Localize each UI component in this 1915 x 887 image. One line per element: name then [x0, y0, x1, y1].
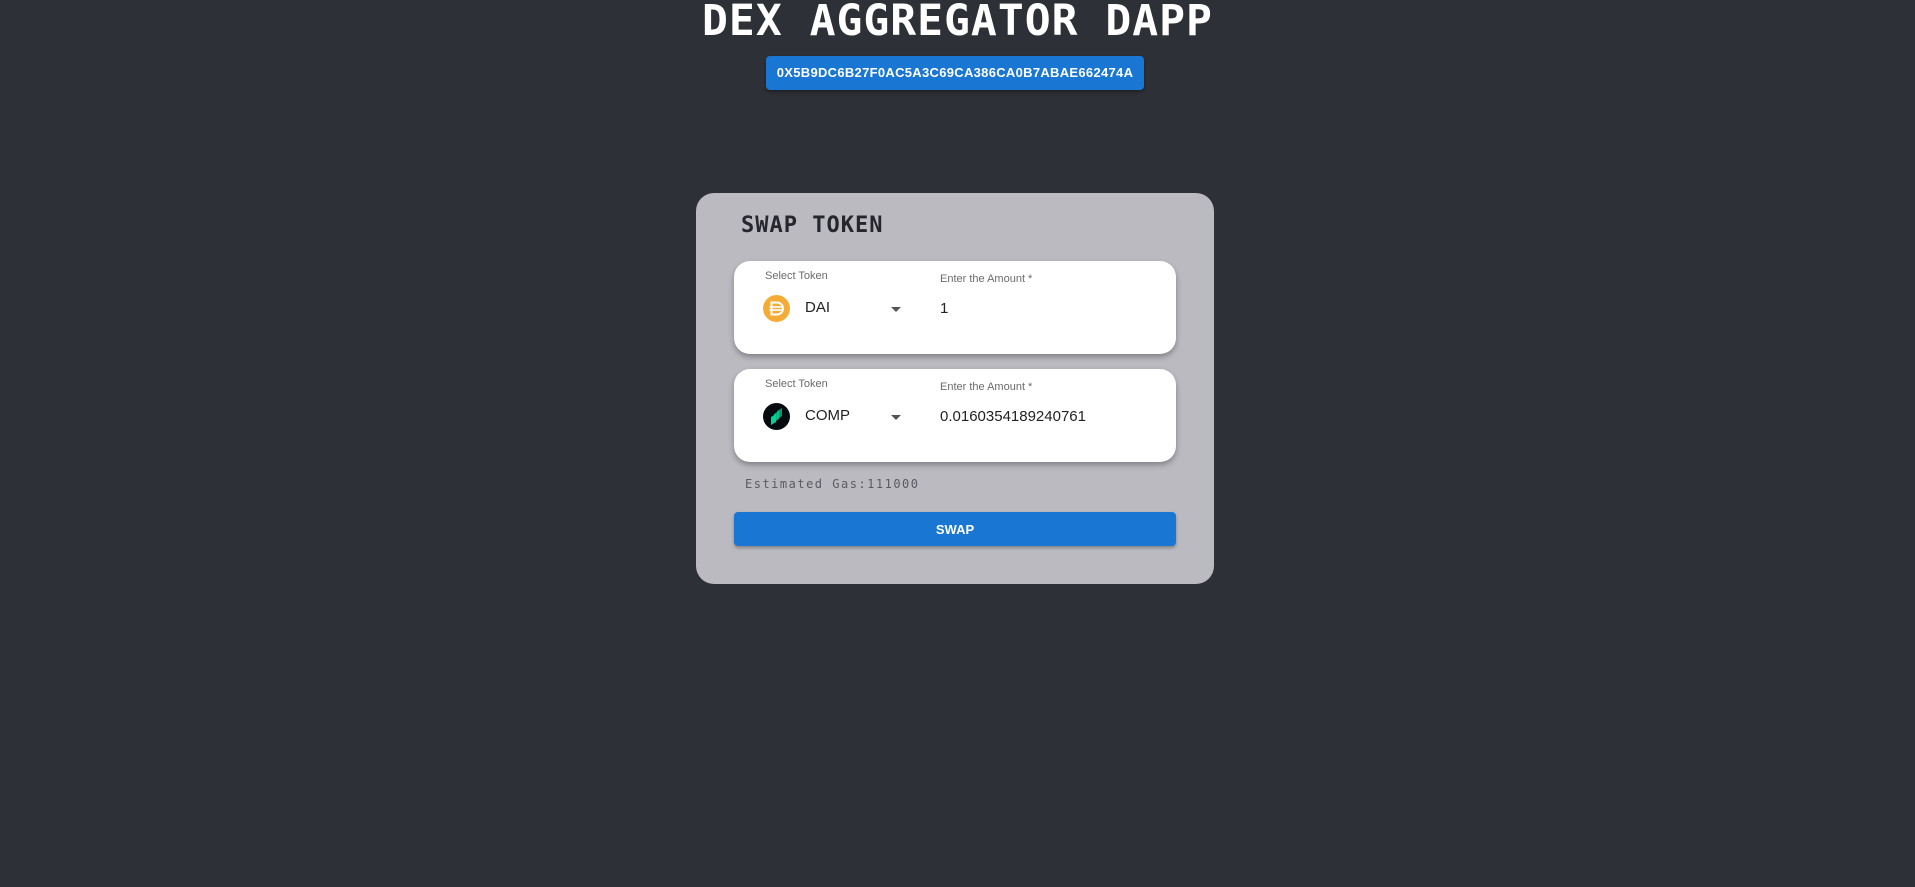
to-token-name: COMP — [805, 407, 850, 424]
from-amount-label: Enter the Amount * — [940, 273, 1033, 285]
comp-icon — [763, 403, 790, 430]
swap-button[interactable]: SWAP — [734, 512, 1176, 546]
from-token-panel: Select Token DAI Enter the Amount * — [734, 261, 1176, 354]
swap-card: SWAP TOKEN Select Token DAI Enter the Am… — [696, 193, 1214, 584]
from-token-name: DAI — [805, 299, 831, 316]
chevron-down-icon — [891, 415, 901, 420]
dai-icon — [763, 295, 790, 322]
from-token-select[interactable]: DAI — [763, 291, 907, 325]
to-select-token-label: Select Token — [765, 378, 828, 390]
to-amount-label: Enter the Amount * — [940, 381, 1033, 393]
to-token-panel: Select Token COMP Enter the Amount * — [734, 369, 1176, 462]
chevron-down-icon — [891, 307, 901, 312]
to-token-select[interactable]: COMP — [763, 399, 907, 433]
app-title: DEX AGGREGATOR DAPP — [702, 0, 1213, 46]
estimated-gas-text: Estimated Gas:111000 — [745, 477, 920, 491]
wallet-address-button[interactable]: 0X5B9DC6B27F0AC5A3C69CA386CA0B7ABAE66247… — [766, 56, 1144, 90]
swap-card-title: SWAP TOKEN — [741, 213, 884, 238]
from-amount-input[interactable] — [940, 295, 1160, 321]
to-amount-input[interactable] — [940, 403, 1160, 429]
from-select-token-label: Select Token — [765, 270, 828, 282]
